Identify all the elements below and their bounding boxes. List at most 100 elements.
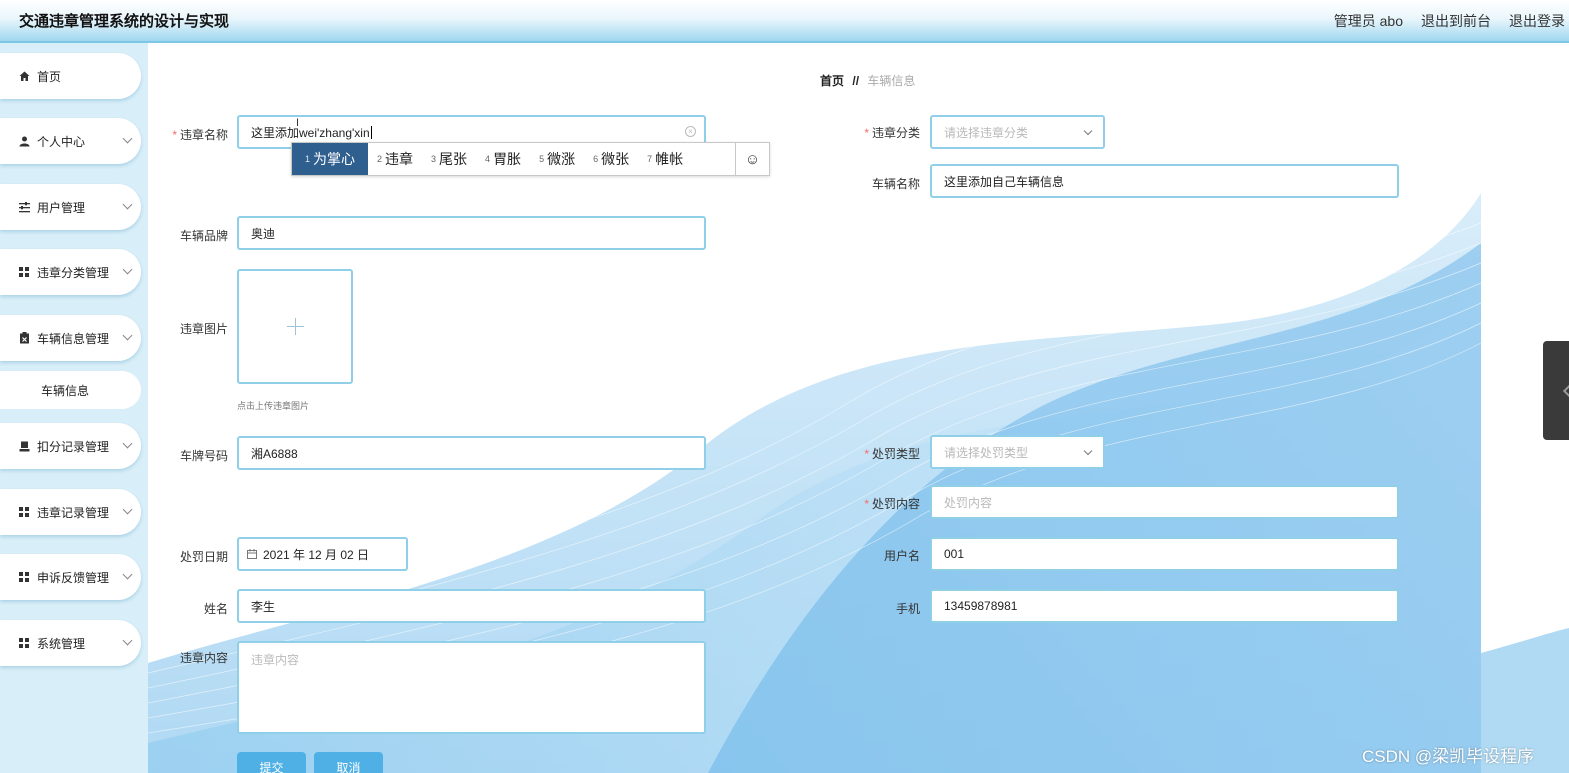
vehicle-name-input[interactable]: 这里添加自己车辆信息	[930, 164, 1399, 198]
chevron-down-icon	[1083, 126, 1093, 136]
grid-icon	[18, 637, 30, 649]
ime-candidate-number: 3	[431, 154, 437, 164]
chevron-down-icon	[122, 330, 133, 341]
plate-number-value: 湘A6888	[251, 446, 298, 461]
ime-candidate-number: 6	[593, 154, 599, 164]
sidebar-item-label: 首页	[37, 69, 62, 84]
plate-number-label: 车牌号码	[179, 449, 228, 463]
stamp-icon	[18, 440, 30, 452]
sliders-icon	[18, 201, 30, 213]
ime-candidate[interactable]: 1 为掌心	[292, 143, 369, 175]
ime-candidate-text: 为掌心	[313, 151, 356, 167]
to-front-link[interactable]: 退出到前台	[1421, 11, 1491, 31]
clipboard-icon	[18, 332, 30, 344]
ime-candidate[interactable]: 7 帷帐	[638, 143, 692, 175]
violation-category-placeholder: 请选择违章分类	[944, 125, 1029, 140]
sidebar-item-label: 系统管理	[37, 636, 86, 651]
penalty-content-label: 处罚内容	[830, 495, 920, 512]
submit-button[interactable]: 提交	[237, 752, 306, 773]
home-icon	[18, 70, 30, 82]
name-input[interactable]: 李生	[237, 589, 706, 623]
clear-icon[interactable]: ×	[685, 126, 696, 137]
username-label: 用户名	[883, 549, 920, 563]
violation-content-label: 违章内容	[179, 651, 228, 665]
sidebar-item-label: 扣分记录管理	[37, 439, 110, 454]
penalty-date-value: 2021 年 12 月 02 日	[263, 547, 370, 562]
sidebar-subitem-label: 车辆信息	[41, 383, 90, 398]
ime-candidate-number: 2	[377, 154, 383, 164]
ibeam-cursor-icon: I	[296, 117, 300, 129]
sidebar-item-vehicle-info[interactable]: 车辆信息管理	[0, 315, 141, 361]
violation-name-value: 这里添加wei'zhang'xin	[251, 125, 370, 140]
ime-candidate[interactable]: 2 违章	[368, 143, 422, 175]
ime-candidate-text: 微涨	[547, 151, 576, 167]
chevron-down-icon	[122, 438, 133, 449]
vehicle-brand-value: 奥迪	[251, 226, 276, 241]
chevron-down-icon	[122, 133, 133, 144]
image-upload-box[interactable]	[237, 269, 353, 384]
ime-candidate[interactable]: 4 胃胀	[476, 143, 530, 175]
phone-label: 手机	[895, 602, 920, 616]
violation-image-label: 违章图片	[179, 322, 228, 336]
grid-icon	[18, 506, 30, 518]
penalty-type-label: 处罚类型	[830, 445, 920, 462]
cancel-button[interactable]: 取消	[314, 752, 383, 773]
ime-candidate-bar: 1 为掌心 2 违章 3 尾张 4 胃胀 5 微涨 6 微张 7 帷帐 ☺	[291, 142, 770, 176]
penalty-type-select[interactable]: 请选择处罚类型	[930, 435, 1105, 469]
breadcrumb-home[interactable]: 首页	[820, 74, 844, 88]
calendar-icon	[247, 549, 257, 559]
sidebar: 首页 个人中心 用户管理 违章分类管理 车辆信息管理 车辆信息 扣分记录管理 违…	[0, 43, 148, 773]
admin-label: 管理员 abo	[1333, 13, 1403, 29]
sidebar-item-label: 违章分类管理	[37, 265, 110, 280]
chevron-down-icon	[122, 264, 133, 275]
sidebar-subitem-vehicle-info[interactable]: 车辆信息	[0, 371, 141, 409]
username-input[interactable]: 001	[930, 537, 1399, 571]
plus-icon-vertical	[295, 318, 296, 335]
sidebar-item-users[interactable]: 用户管理	[0, 184, 141, 230]
upload-tip: 点击上传违章图片	[237, 401, 310, 411]
penalty-date-label: 处罚日期	[179, 550, 228, 564]
violation-category-select[interactable]: 请选择违章分类	[930, 115, 1105, 149]
ime-candidate[interactable]: 3 尾张	[422, 143, 476, 175]
penalty-content-input[interactable]: 处罚内容	[930, 485, 1399, 519]
violation-content-textarea[interactable]: 违章内容	[237, 641, 706, 734]
sidebar-item-appeal[interactable]: 申诉反馈管理	[0, 554, 141, 600]
ime-candidate-number: 5	[539, 154, 545, 164]
violation-category-label: 违章分类	[830, 124, 920, 141]
ime-candidate-text: 胃胀	[493, 151, 522, 167]
violation-content-placeholder: 违章内容	[251, 653, 300, 667]
name-value: 李生	[251, 599, 276, 614]
vehicle-brand-label: 车辆品牌	[179, 229, 228, 243]
sidebar-item-personal[interactable]: 个人中心	[0, 118, 141, 164]
penalty-date-picker[interactable]: 2021 年 12 月 02 日	[237, 537, 408, 571]
ime-candidate[interactable]: 6 微张	[584, 143, 638, 175]
sidebar-item-violation-category[interactable]: 违章分类管理	[0, 249, 141, 295]
sidebar-item-points-record[interactable]: 扣分记录管理	[0, 423, 141, 469]
header-actions: 管理员 abo 退出到前台 退出登录	[1334, 11, 1565, 31]
name-label: 姓名	[203, 602, 228, 616]
plate-number-input[interactable]: 湘A6888	[237, 436, 706, 470]
sidebar-item-label: 个人中心	[37, 134, 86, 149]
ime-candidate[interactable]: 5 微涨	[530, 143, 584, 175]
panel-toggle-handle[interactable]	[1543, 341, 1569, 440]
sidebar-item-label: 违章记录管理	[37, 505, 110, 520]
username-value: 001	[944, 547, 965, 561]
top-header: 交通违章管理系统的设计与实现 管理员 abo 退出到前台 退出登录	[0, 0, 1569, 43]
sidebar-item-system[interactable]: 系统管理	[0, 620, 141, 666]
chevron-down-icon	[122, 504, 133, 515]
grid-icon	[18, 571, 30, 583]
logout-link[interactable]: 退出登录	[1509, 11, 1565, 31]
grid-icon	[18, 266, 30, 278]
breadcrumb-separator: //	[852, 74, 860, 88]
ime-candidate-number: 4	[485, 154, 491, 164]
ime-candidate-text: 微张	[601, 151, 630, 167]
penalty-content-placeholder: 处罚内容	[944, 495, 993, 510]
vehicle-brand-input[interactable]: 奥迪	[237, 216, 706, 250]
sidebar-item-home[interactable]: 首页	[0, 53, 141, 99]
watermark: CSDN @梁凯毕设程序	[1362, 747, 1535, 766]
sidebar-item-violation-record[interactable]: 违章记录管理	[0, 489, 141, 535]
chevron-down-icon	[122, 199, 133, 210]
phone-input[interactable]: 13459878981	[930, 589, 1399, 623]
emoji-icon[interactable]: ☺	[735, 143, 769, 175]
app-title: 交通违章管理系统的设计与实现	[19, 13, 230, 30]
